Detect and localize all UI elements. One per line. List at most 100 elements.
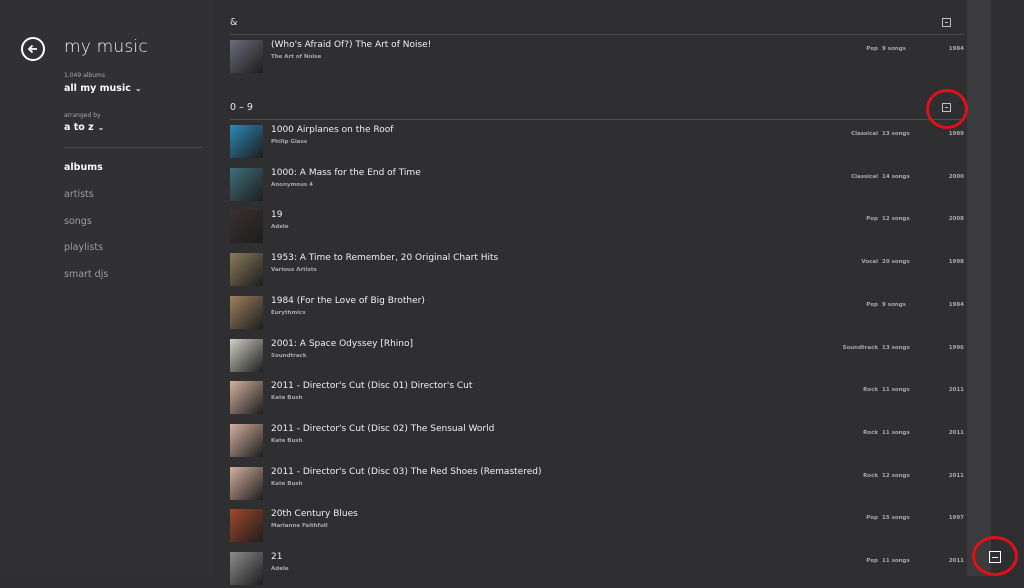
album-year: 2000 xyxy=(948,173,964,180)
album-title: 2011 - Director's Cut (Disc 03) The Red … xyxy=(271,466,542,477)
album-row[interactable]: 19 Adele Pop 12 songs 2008 xyxy=(230,210,964,246)
album-row[interactable]: 1000 Airplanes on the Roof Philip Glass Cl… xyxy=(230,125,964,161)
album-art xyxy=(230,295,263,329)
album-artist: Kate Bush xyxy=(271,437,303,444)
album-art xyxy=(230,509,263,543)
album-genre: Soundtrack xyxy=(842,344,878,351)
album-count: 1,049 albums xyxy=(64,72,106,79)
album-year: 2011 xyxy=(948,429,964,436)
album-art xyxy=(230,423,263,457)
arranged-by-caption: arranged by xyxy=(64,112,101,119)
album-song-count: 15 songs xyxy=(882,515,910,522)
album-year: 2011 xyxy=(948,558,964,564)
library-filter-dropdown[interactable]: all my music ⌄ xyxy=(64,83,142,94)
album-title: 20th Century Blues xyxy=(271,509,358,520)
album-song-count: 20 songs xyxy=(882,259,910,266)
album-row[interactable]: 2001: A Space Odyssey [Rhino] Soundtrack S… xyxy=(230,338,964,375)
album-song-count: 9 songs xyxy=(882,301,906,308)
navigation-pane: my music 1,049 albums all my music ⌄ arra… xyxy=(0,0,213,576)
album-genre: Classical xyxy=(851,131,878,137)
album-title: 2001: A Space Odyssey [Rhino] xyxy=(271,338,414,349)
group-header[interactable]: & xyxy=(230,17,237,28)
album-title: 1000: A Mass for the End of Time xyxy=(271,167,421,178)
album-artist: Eurythmics xyxy=(271,309,306,316)
scrollbar-track[interactable] xyxy=(967,0,991,576)
album-artist: Philip Glass xyxy=(271,139,308,145)
back-button[interactable] xyxy=(21,37,45,61)
album-title: 1000 Airplanes on the Roof xyxy=(271,125,394,135)
album-title: 2011 - Director's Cut (Disc 01) Director… xyxy=(271,381,473,392)
album-song-count: 13 songs xyxy=(882,131,910,137)
album-artist: Kate Bush xyxy=(271,395,303,402)
album-row[interactable]: 1984 (For the Love of Big Brother) Euryth… xyxy=(230,295,964,332)
album-row[interactable]: 21 Adele Pop 11 songs 2011 xyxy=(230,552,964,588)
album-genre: Rock xyxy=(863,472,878,479)
sort-order-dropdown[interactable]: a to z ⌄ xyxy=(64,122,104,133)
nav-item-artists[interactable]: artists xyxy=(64,189,94,200)
album-year: 1984 xyxy=(948,301,964,308)
album-song-count: 11 songs xyxy=(882,387,910,394)
album-artist: The Art of Noise xyxy=(271,54,322,60)
nav-item-smart-djs[interactable]: smart djs xyxy=(64,269,108,280)
album-art xyxy=(230,552,263,585)
collapse-group-button[interactable] xyxy=(942,18,951,27)
album-artist: Adele xyxy=(271,224,289,231)
album-song-count: 11 songs xyxy=(882,558,910,564)
album-row[interactable]: 1953: A Time to Remember, 20 Original Ch… xyxy=(230,253,964,289)
album-song-count: 14 songs xyxy=(882,173,910,180)
album-genre: Pop xyxy=(866,46,878,52)
album-title: 19 xyxy=(271,210,283,221)
chevron-down-icon: ⌄ xyxy=(97,123,105,132)
back-arrow-icon xyxy=(27,44,37,54)
nav-item-playlists[interactable]: playlists xyxy=(64,242,103,253)
album-art xyxy=(230,125,263,158)
nav-item-albums[interactable]: albums xyxy=(64,162,103,173)
album-genre: Vocal xyxy=(861,259,878,266)
album-artist: Kate Bush xyxy=(271,480,303,487)
album-year: 1984 xyxy=(948,46,964,52)
album-artist: Soundtrack xyxy=(271,352,307,359)
album-genre: Pop xyxy=(866,558,878,564)
album-genre: Pop xyxy=(866,216,878,223)
album-genre: Pop xyxy=(866,301,878,308)
album-row[interactable]: 20th Century Blues Marianne Faithfull Pop 1… xyxy=(230,509,964,545)
album-song-count: 13 songs xyxy=(882,344,910,351)
group-divider xyxy=(230,34,964,35)
album-row[interactable]: 2011 - Director's Cut (Disc 01) Director… xyxy=(230,381,964,417)
album-title: (Who's Afraid Of?) The Art of Noise! xyxy=(271,40,432,50)
nav-divider xyxy=(64,147,202,148)
album-artist: Marianne Faithfull xyxy=(271,523,328,530)
album-title: 1953: A Time to Remember, 20 Original Ch… xyxy=(271,253,499,264)
right-margin xyxy=(991,0,1024,576)
album-year: 2008 xyxy=(948,216,964,223)
album-row[interactable]: 2011 - Director's Cut (Disc 03) The Red … xyxy=(230,466,964,503)
album-art xyxy=(230,253,263,287)
album-row[interactable]: 1000: A Mass for the End of Time Anonymou… xyxy=(230,167,964,204)
album-song-count: 12 songs xyxy=(882,472,910,479)
album-genre: Rock xyxy=(863,387,878,394)
album-year: 2011 xyxy=(948,387,964,394)
album-artist: Adele xyxy=(271,566,289,572)
album-art xyxy=(230,40,263,73)
album-artist: Anonymous 4 xyxy=(271,181,313,188)
album-row[interactable]: (Who's Afraid Of?) The Art of Noise! The … xyxy=(230,40,964,76)
group-header[interactable]: 0 – 9 xyxy=(230,102,253,113)
sort-order-label: a to z xyxy=(64,122,94,133)
album-year: 1996 xyxy=(948,344,964,351)
album-genre: Classical xyxy=(851,173,878,180)
page-title: my music xyxy=(64,37,148,57)
album-art xyxy=(230,381,263,415)
library-filter-label: all my music xyxy=(64,83,131,94)
annotation-circle xyxy=(926,89,968,129)
album-art xyxy=(230,210,263,244)
annotation-circle xyxy=(972,536,1018,576)
album-year: 1998 xyxy=(948,259,964,266)
nav-item-songs[interactable]: songs xyxy=(64,216,92,227)
chevron-down-icon: ⌄ xyxy=(134,84,142,93)
album-art xyxy=(230,338,263,372)
album-song-count: 12 songs xyxy=(882,216,910,223)
album-year: 1989 xyxy=(948,131,964,137)
album-genre: Rock xyxy=(863,429,878,436)
album-row[interactable]: 2011 - Director's Cut (Disc 02) The Sens… xyxy=(230,423,964,460)
album-year: 2011 xyxy=(948,472,964,479)
